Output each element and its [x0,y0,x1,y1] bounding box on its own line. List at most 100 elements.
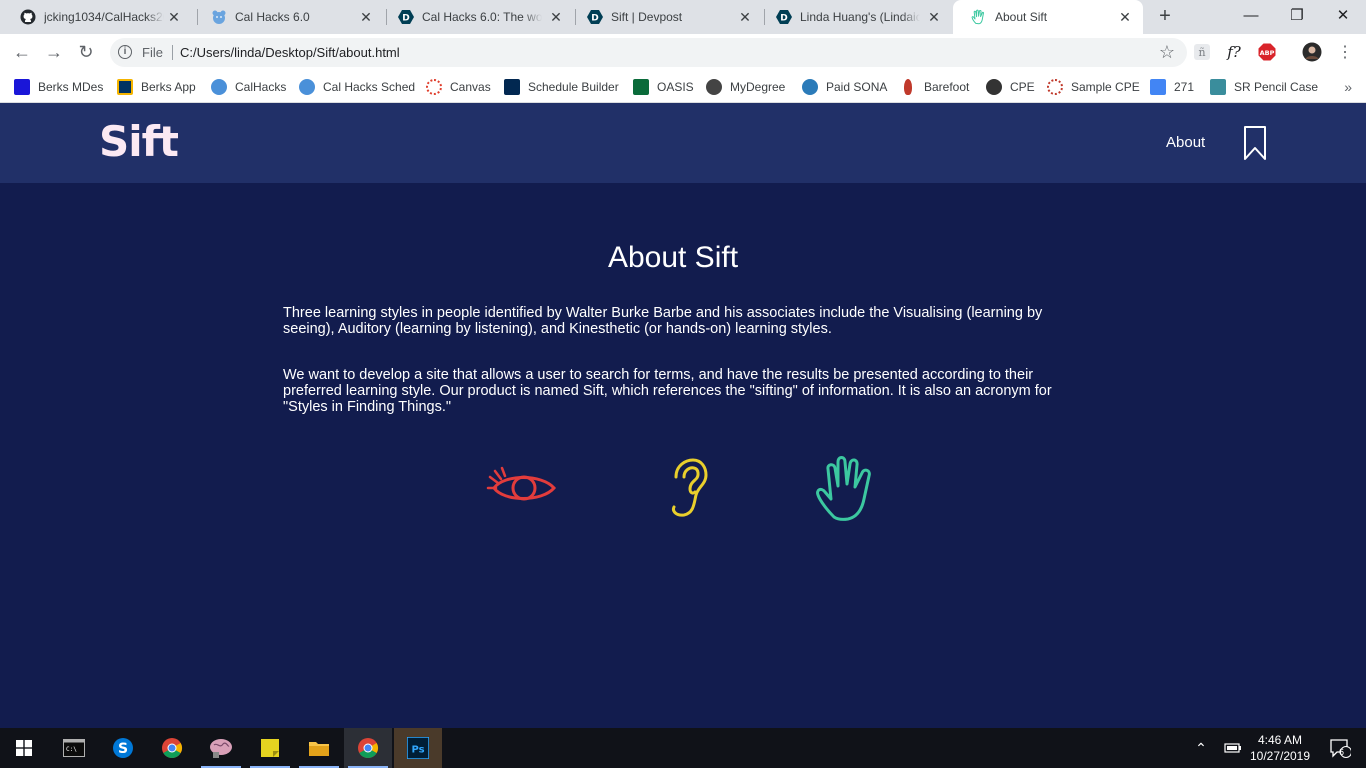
back-button[interactable]: ← [10,40,34,64]
close-window-button[interactable]: ✕ [1320,0,1366,30]
forward-button[interactable]: → [42,40,66,64]
bookmark-icon[interactable] [1243,125,1267,161]
bookmark-label: Sample CPE [1071,80,1140,94]
sift-logo[interactable]: Sift [99,117,179,166]
minimize-button[interactable]: — [1228,0,1274,30]
notification-center-icon[interactable]: 6 [1322,728,1358,768]
hand-icon[interactable] [814,453,880,523]
svg-text:ñ: ñ [1198,46,1205,59]
adblock-icon[interactable]: ABP [1257,42,1277,62]
bookmark-mydegree[interactable]: MyDegree [706,76,785,98]
url-text[interactable]: C:/Users/linda/Desktop/Sift/about.html [180,45,400,60]
svg-text:S: S [118,741,128,757]
eye-icon[interactable] [486,466,560,512]
reload-button[interactable]: ↻ [74,40,98,64]
menu-icon[interactable]: ⋮ [1335,42,1355,62]
ear-icon[interactable] [666,457,710,519]
close-icon[interactable]: ✕ [1117,9,1133,25]
bookmark-icon [1150,79,1166,95]
bookmark-icon [633,79,649,95]
bookmark-label: 271 [1174,80,1195,94]
browser-tab-strip: jcking1034/CalHacks20 ✕ Cal Hacks 6.0 ✕ … [0,0,1366,34]
chrome-icon[interactable] [148,728,196,768]
more-bookmarks-button[interactable]: » [1344,79,1352,95]
tab-title: jcking1034/CalHacks20 [44,10,164,24]
bookmark-icon [504,79,520,95]
tab-title: Cal Hacks 6.0 [235,10,310,24]
bookmark-label: CPE [1010,80,1035,94]
close-icon[interactable]: ✕ [166,9,182,25]
bookmark-berks-app[interactable]: Berks App [117,76,196,98]
divider [172,45,173,60]
bookmark-paid-sona[interactable]: Paid SONA [802,76,887,98]
bookmark-schedule-builder[interactable]: Schedule Builder [504,76,619,98]
bookmark-label: Canvas [450,80,491,94]
tab-calhacks[interactable]: Cal Hacks 6.0 ✕ [193,0,384,34]
chevron-up-icon[interactable]: ⌃ [1190,728,1212,768]
bookmark-berks-mdes[interactable]: Berks MDes [14,76,103,98]
bookmark-label: Schedule Builder [528,80,619,94]
tab-title: Cal Hacks 6.0: The worl [422,10,542,24]
brain-app-icon[interactable] [197,728,245,768]
bookmark-calhacks[interactable]: CalHacks [211,76,286,98]
tab-calhacks-devpost[interactable]: D Cal Hacks 6.0: The worl ✕ [380,0,574,34]
site-header: Sift About [0,103,1366,183]
windows-start-icon[interactable] [0,728,48,768]
bookmark-cpe[interactable]: CPE [986,76,1035,98]
svg-text:Ps: Ps [411,745,424,756]
bookmarks-bar: Berks MDes Berks App CalHacks Cal Hacks … [0,71,1366,103]
hand-icon [971,9,987,25]
close-icon[interactable]: ✕ [358,9,374,25]
browser-toolbar: ← → ↻ i File C:/Users/linda/Desktop/Sift… [0,34,1366,71]
close-icon[interactable]: ✕ [737,9,753,25]
github-icon [20,9,36,25]
extension-n-icon[interactable]: ñ [1192,42,1212,62]
photoshop-icon[interactable]: Ps [394,728,442,768]
svg-text:D: D [402,14,409,24]
file-explorer-icon[interactable] [295,728,343,768]
bookmark-icon [986,79,1002,95]
info-icon[interactable]: i [118,45,132,59]
bookmark-sample-cpe[interactable]: Sample CPE [1047,76,1140,98]
intro-paragraph: Three learning styles in people identifi… [283,305,1043,337]
bookmark-icon [299,79,315,95]
devpost-icon: D [398,9,414,25]
function-icon[interactable]: f? [1224,42,1244,62]
tab-github[interactable]: jcking1034/CalHacks20 ✕ [2,0,192,34]
skype-icon[interactable]: S [99,728,147,768]
bookmark-oasis[interactable]: OASIS [633,76,694,98]
terminal-icon[interactable]: C:\ [50,728,98,768]
bookmark-icon [117,79,133,95]
sticky-notes-icon[interactable] [246,728,294,768]
close-icon[interactable]: ✕ [548,9,564,25]
mission-paragraph: We want to develop a site that allows a … [283,367,1052,415]
bookmark-canvas[interactable]: Canvas [426,76,491,98]
bookmark-label: Berks App [141,80,196,94]
tab-about-sift[interactable]: About Sift ✕ [953,0,1143,34]
system-clock[interactable]: 4:46 AM 10/27/2019 [1240,732,1320,764]
bookmark-label: OASIS [657,80,694,94]
tab-sift-devpost[interactable]: D Sift | Devpost ✕ [569,0,763,34]
bookmark-label: Berks MDes [38,80,104,94]
close-icon[interactable]: ✕ [926,9,942,25]
tab-title: About Sift [995,10,1048,24]
bookmark-icon [706,79,722,95]
page-title: About Sift [607,241,739,274]
tab-linda-devpost[interactable]: D Linda Huang's (Lindaici ✕ [758,0,952,34]
profile-avatar[interactable] [1302,42,1322,62]
bookmark-label: MyDegree [730,80,786,94]
address-bar[interactable]: i File C:/Users/linda/Desktop/Sift/about… [110,38,1187,67]
bookmark-271[interactable]: 271 [1150,76,1194,98]
nav-about-link[interactable]: About [1166,134,1205,151]
chrome-icon[interactable] [344,728,392,768]
bookmark-barefoot[interactable]: Barefoot [900,76,969,98]
star-icon[interactable]: ☆ [1159,42,1175,63]
restore-button[interactable]: ❐ [1274,0,1320,30]
bookmark-icon [1047,79,1063,95]
bookmark-sr-pencil-case[interactable]: SR Pencil Case [1210,76,1318,98]
new-tab-button[interactable]: + [1153,5,1177,29]
devpost-icon: D [587,9,603,25]
bookmark-cal-hacks-sched[interactable]: Cal Hacks Sched [299,76,415,98]
bookmark-label: SR Pencil Case [1234,80,1319,94]
windows-taskbar: C:\ S Ps ⌃ 4:46 AM 10/27/2019 6 [0,728,1366,768]
